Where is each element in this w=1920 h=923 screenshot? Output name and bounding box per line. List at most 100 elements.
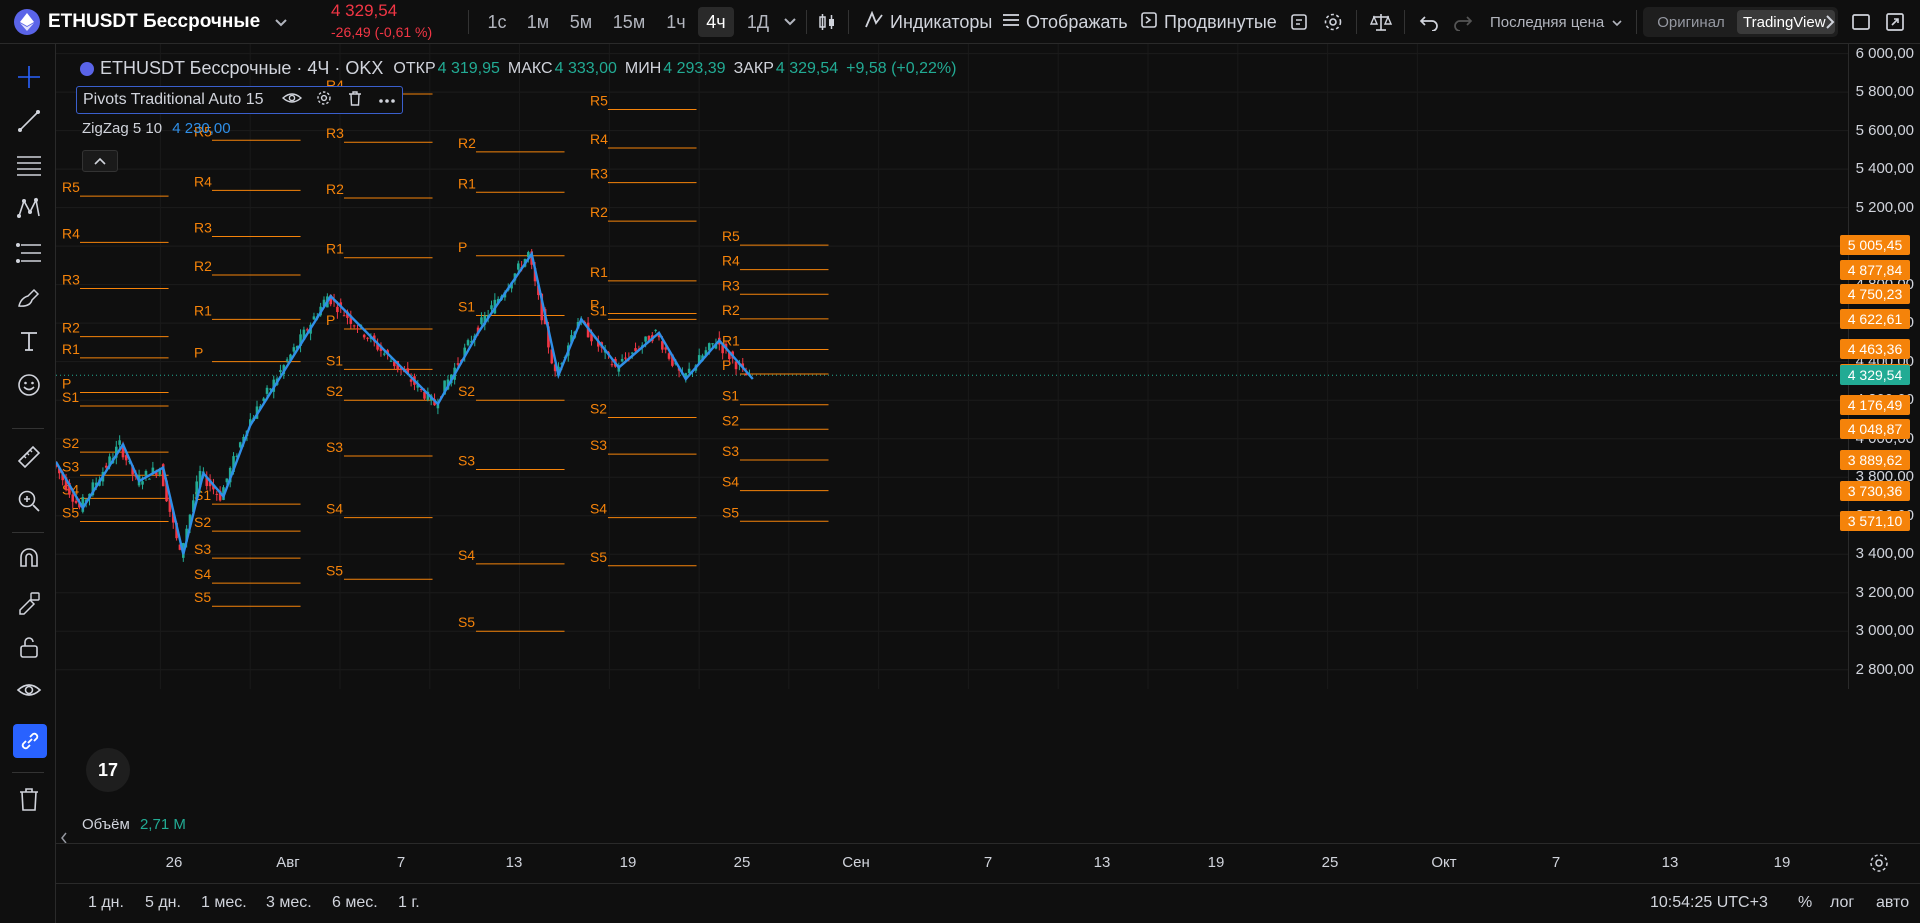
volume-name: Объём [82, 816, 130, 833]
time-tick-label: Окт [1431, 854, 1457, 871]
pivot-label-r2: R2 [326, 181, 344, 197]
magnet-icon[interactable] [14, 544, 44, 574]
pivot-label-r5: R5 [590, 92, 608, 108]
unlock-icon[interactable] [14, 632, 44, 662]
more-icon[interactable] [378, 91, 396, 109]
pivot-label-r3: R3 [326, 125, 344, 141]
text-icon[interactable] [14, 326, 44, 356]
candle-body [630, 352, 634, 354]
chevron-right-icon[interactable] [1820, 7, 1840, 37]
time-tick-label: 7 [1551, 854, 1561, 871]
layout-icon[interactable] [1846, 7, 1876, 37]
timeframe-15m[interactable]: 15м [606, 7, 652, 37]
candle-body [389, 360, 393, 362]
pivot-label-s2: S2 [722, 412, 739, 428]
candle-body [490, 305, 493, 310]
candle-body [312, 316, 316, 320]
link-icon[interactable] [13, 724, 47, 758]
timeframe-1s[interactable]: 1с [480, 7, 514, 37]
timeframe-1d[interactable]: 1Д [740, 7, 776, 37]
price-chart[interactable]: R5 R4 R3 R2 R1 P S1 S2 S3 S4 S5 R5 R4 R3 R2 R1 P S1 S2 S3 S4… [56, 44, 1848, 689]
timeframe-1h[interactable]: 1ч [658, 7, 694, 37]
timeframe-5m[interactable]: 5м [562, 7, 600, 37]
display-button[interactable]: Отображать [1002, 0, 1128, 44]
trend-line-icon[interactable] [14, 106, 44, 136]
drawing-toolbar [0, 44, 67, 923]
advanced-button[interactable]: Продвинутые [1140, 0, 1277, 44]
settings-gear-icon[interactable] [316, 90, 332, 111]
auto-toggle[interactable]: авто [1876, 894, 1909, 912]
pivot-label-s2: S2 [326, 383, 343, 399]
candle-body [610, 364, 614, 366]
clock[interactable]: 10:54:25 UTC+3 [1650, 894, 1768, 912]
pattern-icon[interactable] [14, 194, 44, 224]
log-toggle[interactable]: лог [1830, 894, 1854, 912]
zigzag-indicator-row[interactable]: ZigZag 5 10 4 230,00 [82, 120, 231, 137]
range-1y[interactable]: 1 г. [398, 894, 420, 912]
candle-body [148, 478, 151, 480]
eye-icon[interactable] [281, 91, 302, 110]
trash-icon[interactable] [348, 90, 362, 111]
pivot-label-s3: S3 [194, 541, 211, 557]
time-scale[interactable]: 26 Авг 7 13 19 25 Сен 7 13 19 25 Окт 7 13 19 [56, 843, 1920, 883]
range-3m[interactable]: 3 мес. [266, 894, 312, 912]
pivot-label-r2: R2 [722, 302, 740, 318]
indicators-button[interactable]: Индикаторы [864, 0, 992, 44]
redo-icon[interactable] [1448, 7, 1478, 37]
trash-icon[interactable] [14, 784, 44, 814]
fib-icon[interactable] [14, 238, 44, 268]
candle-body [279, 370, 282, 372]
crosshair-icon[interactable] [14, 62, 44, 92]
settings-gear-icon[interactable] [1868, 852, 1890, 879]
replay-icon[interactable] [1284, 7, 1314, 37]
zoom-in-icon[interactable] [14, 486, 44, 516]
ruler-icon[interactable] [14, 442, 44, 472]
range-1m[interactable]: 1 мес. [201, 894, 247, 912]
candle-body [356, 328, 359, 330]
chevron-down-icon[interactable] [274, 12, 288, 33]
time-tick-label: 19 [1207, 854, 1225, 871]
emoji-icon[interactable] [14, 370, 44, 400]
pivot-label-s3: S3 [722, 443, 739, 459]
candle-body [215, 493, 219, 495]
high-label: МАКС [507, 59, 553, 77]
price-tick-label: 3 200,00 [1855, 583, 1914, 601]
lock-draw-icon[interactable] [14, 588, 44, 618]
fullscreen-icon[interactable] [1880, 7, 1910, 37]
symbol-search[interactable]: ETHUSDT Бессрочные [14, 0, 288, 44]
candle-body [71, 494, 75, 502]
brush-icon[interactable] [14, 282, 44, 312]
chevron-down-icon[interactable] [780, 7, 800, 37]
horizontal-lines-icon[interactable] [14, 150, 44, 180]
pivot-label-r4: R4 [722, 253, 740, 269]
range-1d[interactable]: 1 дн. [88, 894, 124, 912]
pivot-label-s4: S4 [194, 566, 211, 582]
tradingview-logo[interactable]: 17 [86, 748, 130, 792]
settings-gear-icon[interactable] [1318, 7, 1348, 37]
volume-indicator-row[interactable]: Объём 2,71 M [82, 816, 186, 833]
undo-icon[interactable] [1414, 7, 1444, 37]
price-source-dropdown[interactable]: Последняя цена [1490, 0, 1622, 44]
price-tick-label: 2 800,00 [1855, 660, 1914, 678]
balance-scale-icon[interactable] [1366, 7, 1396, 37]
candle-body [118, 440, 121, 445]
range-6m[interactable]: 6 мес. [332, 894, 378, 912]
timeframe-1m[interactable]: 1м [520, 7, 556, 37]
time-tick-label: 13 [505, 854, 523, 871]
collapse-legend-button[interactable] [82, 150, 118, 172]
pivots-indicator-name: Pivots Traditional Auto 15 [83, 91, 264, 108]
open-label: ОТКР [393, 59, 436, 77]
candle-body [620, 358, 624, 362]
timeframe-4h[interactable]: 4ч [698, 7, 734, 37]
pivots-indicator-row[interactable]: Pivots Traditional Auto 15 [76, 86, 403, 114]
eye-icon[interactable] [14, 676, 44, 706]
pivot-label-r2: R2 [62, 320, 80, 336]
pivot-label-s3: S3 [326, 439, 343, 455]
original-tab[interactable]: Оригинал [1647, 10, 1735, 34]
chart-pane[interactable]: R5 R4 R3 R2 R1 P S1 S2 S3 S4 S5 R5 R4 R3 R2 R1 P S1 S2 S3 S4… [56, 44, 1848, 689]
percent-toggle[interactable]: % [1798, 894, 1812, 912]
pivot-label-r1: R1 [194, 302, 212, 318]
candle-type-icon[interactable] [812, 7, 842, 37]
range-5d[interactable]: 5 дн. [145, 894, 181, 912]
pivot-label-r4: R4 [62, 225, 80, 241]
